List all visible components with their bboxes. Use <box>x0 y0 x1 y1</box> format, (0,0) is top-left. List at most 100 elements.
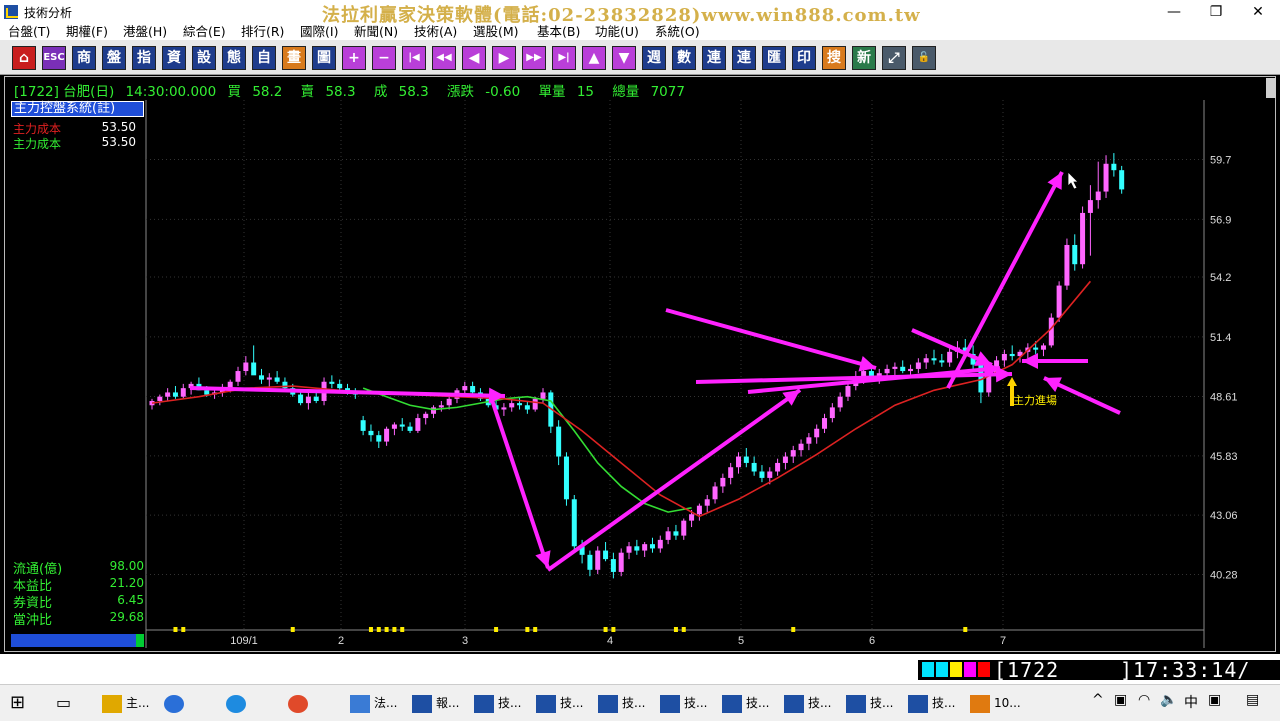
arrow-head <box>535 550 551 568</box>
y-tick-label: 43.06 <box>1210 510 1238 522</box>
app-icon <box>722 694 742 713</box>
y-tick-label: 48.61 <box>1210 391 1238 403</box>
candle-body <box>431 407 437 414</box>
scroll-track[interactable] <box>11 634 136 647</box>
taskbar-app-label: 法... <box>374 696 398 710</box>
taskbar-app-button[interactable]: 技... <box>722 689 769 717</box>
volume-mark <box>603 627 608 632</box>
candle-body <box>665 531 671 540</box>
volume-mark <box>376 627 381 632</box>
taskbar-app-button[interactable]: 技... <box>908 689 955 717</box>
ime-indicator[interactable]: 中 <box>1184 692 1198 712</box>
taskbar-app-button[interactable]: 法... <box>350 689 397 717</box>
volume-mark <box>290 627 295 632</box>
candle-body <box>1001 353 1007 361</box>
candle-body <box>399 424 405 427</box>
taskbar-app-button[interactable]: 技... <box>846 689 893 717</box>
y-tick-label: 54.2 <box>1210 272 1231 284</box>
volume-mark <box>963 627 968 632</box>
price-chart[interactable]: 59.7 56.9 54.2 51.4 48.61 45.83 43.06 40.28 109/… <box>0 0 1280 720</box>
wifi-icon[interactable]: ◠ <box>1138 692 1150 708</box>
candle-body <box>900 366 906 372</box>
annotation-arrow <box>665 308 877 370</box>
candle-body <box>1087 200 1093 213</box>
start-button[interactable]: ⊞ <box>10 689 25 717</box>
app-icon <box>660 694 680 713</box>
status-swatch <box>978 662 990 677</box>
app-icon <box>846 694 866 713</box>
candle-body <box>376 435 382 442</box>
taskbar-app-label: 技... <box>746 696 770 710</box>
candle-body <box>939 360 945 363</box>
tray-expand-icon[interactable]: ^ <box>1092 692 1104 708</box>
candle-body <box>736 456 741 468</box>
candle-body <box>610 559 616 572</box>
volume-mark <box>400 627 405 632</box>
status-code: [1722 <box>994 658 1060 682</box>
taskbar-app-button[interactable]: 報... <box>412 689 459 717</box>
candle-body <box>157 396 163 401</box>
taskbar-app-button[interactable]: 技... <box>598 689 645 717</box>
candle-body <box>563 456 569 500</box>
taskbar-app-button[interactable]: 10... <box>970 689 1021 717</box>
notification-icon[interactable]: ▤ <box>1246 692 1259 708</box>
candle-body <box>540 392 546 399</box>
candle-body <box>1056 285 1062 318</box>
x-tick-label: 6 <box>869 635 875 647</box>
taskbar-app-button[interactable]: 技... <box>474 689 521 717</box>
taskbar-app-label: 技... <box>560 696 584 710</box>
candle-body <box>751 462 757 472</box>
y-tick-label: 51.4 <box>1210 332 1231 344</box>
candle-body <box>384 428 390 442</box>
candle-body <box>313 396 319 401</box>
x-tick-label: 5 <box>738 635 744 647</box>
keyboard-icon[interactable]: ▣ <box>1208 692 1221 708</box>
candle-body <box>1009 353 1015 357</box>
volume-mark <box>533 627 538 632</box>
x-tick-label: 3 <box>462 635 468 647</box>
candle-body <box>501 407 507 410</box>
candle-body <box>329 381 335 384</box>
taskbar-app-label: 技... <box>684 696 708 710</box>
taskbar-app-button[interactable]: 技... <box>536 689 583 717</box>
app-icon <box>536 694 556 713</box>
volume-icon[interactable]: 🔈 <box>1160 692 1177 708</box>
annotation-arrow <box>490 399 550 569</box>
candle-body <box>337 383 343 389</box>
candle-body <box>1111 163 1117 171</box>
candle-body <box>298 394 304 404</box>
status-swatch <box>922 662 934 677</box>
volume-mark <box>368 627 373 632</box>
task-view-icon[interactable]: ▭ <box>56 689 71 717</box>
candle-body <box>1095 191 1101 201</box>
status-swatch <box>936 662 948 677</box>
y-tick-label: 59.7 <box>1210 155 1231 167</box>
y-tick-label: 56.9 <box>1210 214 1231 226</box>
taskbar-app-button[interactable]: 技... <box>784 689 831 717</box>
candle-body <box>438 405 444 408</box>
candle-body <box>908 368 914 372</box>
candle-body <box>1119 170 1125 190</box>
candle-body <box>947 351 953 363</box>
ie-icon[interactable] <box>226 689 250 717</box>
taskbar-app-button[interactable]: 主... <box>102 689 149 717</box>
app-icon <box>474 694 494 713</box>
status-swatch <box>950 662 962 677</box>
network-tray-icon[interactable]: ▣ <box>1114 692 1127 708</box>
candle-body <box>822 418 828 429</box>
candle-body <box>728 467 734 478</box>
candle-body <box>360 420 366 431</box>
chrome-icon[interactable] <box>288 689 312 717</box>
x-tick-label: 4 <box>607 635 613 647</box>
scroll-thumb[interactable] <box>136 634 144 647</box>
candle-body <box>673 531 679 536</box>
candle-body <box>829 407 835 419</box>
volume-mark <box>525 627 530 632</box>
volume-mark <box>494 627 499 632</box>
candle-body <box>657 539 663 549</box>
y-tick-label: 45.83 <box>1210 451 1238 463</box>
taskbar-app-button[interactable]: 技... <box>660 689 707 717</box>
volume-mark <box>673 627 678 632</box>
network-icon[interactable] <box>164 689 188 717</box>
arrow-head <box>1022 353 1038 369</box>
